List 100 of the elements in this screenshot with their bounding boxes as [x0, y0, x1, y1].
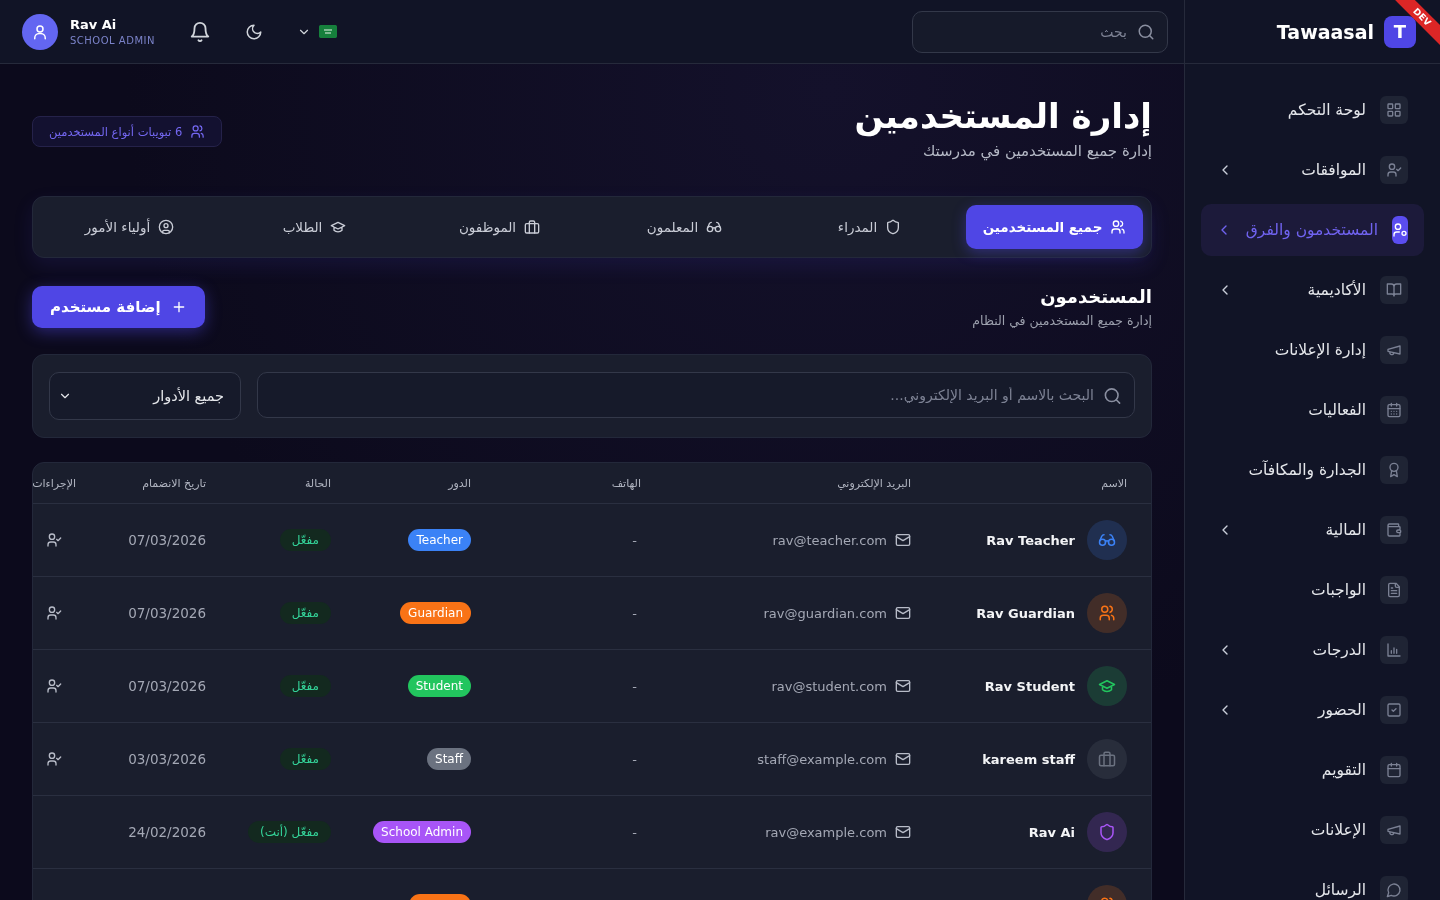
- phone-text: -: [632, 532, 638, 548]
- sidebar-item[interactable]: إدارة الإعلانات: [1201, 324, 1424, 376]
- join-date: 07/03/2026: [128, 605, 206, 621]
- column-header: الهاتف: [610, 476, 641, 490]
- role-badge: Student: [407, 675, 471, 697]
- users-icon: [1110, 219, 1127, 235]
- column-header: الإجراءات: [33, 476, 76, 490]
- email-text: staff@example.com: [757, 751, 887, 767]
- brand-name: Tawaasal: [1276, 20, 1374, 43]
- tab[interactable]: جميع المستخدمين: [966, 205, 1143, 249]
- phone-text: -: [632, 824, 638, 840]
- sidebar-item[interactable]: الموافقات: [1201, 144, 1424, 196]
- role-dropdown[interactable]: جميع الأدوار: [49, 372, 241, 420]
- theme-button[interactable]: [244, 22, 263, 41]
- column-header: الاسم: [1100, 476, 1128, 490]
- megaphone-icon: [1386, 822, 1402, 838]
- sidebar-item[interactable]: المالية: [1201, 504, 1424, 556]
- users-icon: [1098, 604, 1116, 622]
- mail-icon: [895, 824, 911, 840]
- tab[interactable]: المدراء: [781, 205, 958, 249]
- user-name: Rav Student: [984, 678, 1075, 694]
- sidebar-item[interactable]: الحضور: [1201, 684, 1424, 736]
- sidebar-item[interactable]: الدرجات: [1201, 624, 1424, 676]
- award-icon: [1386, 462, 1402, 478]
- phone-text: -: [632, 678, 638, 694]
- phone-text: -: [632, 751, 638, 767]
- sidebar-item[interactable]: لوحة التحكم: [1201, 84, 1424, 136]
- shield-icon: [885, 219, 902, 235]
- status-badge: مفعّل: [279, 529, 331, 551]
- sidebar-item[interactable]: الإعلانات: [1201, 804, 1424, 856]
- book-icon: [1386, 282, 1402, 298]
- search-icon: [1103, 386, 1122, 406]
- sidebar-item[interactable]: التقويم: [1201, 744, 1424, 796]
- search-icon: [1137, 22, 1155, 41]
- sidebar-item[interactable]: الجدارة والمكافآت: [1201, 444, 1424, 496]
- mail-icon: [895, 532, 911, 548]
- add-user-button[interactable]: إضافة مستخدم: [32, 286, 205, 328]
- logo: T: [1384, 15, 1416, 48]
- avatar[interactable]: [22, 13, 58, 50]
- sidebar-item[interactable]: المستخدمون والفرق: [1201, 204, 1424, 256]
- calendar-icon: [1386, 762, 1402, 778]
- email-text: rav@teacher.com: [772, 532, 887, 548]
- page-subtitle: إدارة جميع المستخدمين في مدرستك: [921, 142, 1152, 160]
- column-header: البريد الإلكتروني: [836, 476, 911, 490]
- role-badge: School Admin: [373, 821, 471, 843]
- column-header: الحالة: [303, 476, 331, 490]
- document-icon: [1386, 582, 1402, 598]
- section-subtitle: إدارة جميع المستخدمين في النظام: [972, 313, 1152, 328]
- user-check-icon: [45, 605, 62, 621]
- tab[interactable]: الموظفون: [411, 205, 588, 249]
- email-text: rav@example.com: [765, 824, 887, 840]
- tab[interactable]: الطلاب: [226, 205, 403, 249]
- role-badge: Guardian: [400, 602, 471, 624]
- graduation-cap-icon: [330, 219, 347, 235]
- tab[interactable]: المعلمون: [596, 205, 773, 249]
- glasses-icon: [706, 219, 723, 235]
- flag-icon: [318, 25, 337, 38]
- message-icon: [1386, 882, 1402, 898]
- email-text: rav@guardian.com: [763, 605, 887, 621]
- user-name: Rav Teacher: [986, 532, 1075, 548]
- join-date: 07/03/2026: [128, 678, 206, 694]
- user-check-icon: [1386, 162, 1402, 178]
- glasses-icon: [1098, 531, 1116, 549]
- search-field[interactable]: بحث: [912, 10, 1168, 53]
- user-action-button[interactable]: [45, 532, 62, 548]
- status-badge: مفعّل (أنت): [248, 821, 331, 843]
- user-settings-icon: [1392, 222, 1408, 238]
- user-action-button[interactable]: [45, 678, 62, 694]
- page-title: إدارة المستخدمين: [854, 96, 1152, 136]
- shield-icon: [1098, 823, 1116, 841]
- user-check-icon: [45, 532, 62, 548]
- join-date: 07/03/2026: [128, 532, 206, 548]
- column-header: تاريخ الانضمام: [141, 476, 206, 490]
- sidebar-item[interactable]: الأكاديمية: [1201, 264, 1424, 316]
- tab[interactable]: أولياء الأمور: [41, 205, 218, 249]
- sidebar-item[interactable]: الواجبات: [1201, 564, 1424, 616]
- calendar-icon: [1386, 402, 1402, 418]
- bar-chart-icon: [1386, 642, 1402, 658]
- users-icon: [190, 124, 206, 139]
- mail-icon: [895, 678, 911, 694]
- checkbox-icon: [1386, 702, 1402, 718]
- notification-icon: [188, 20, 211, 43]
- column-header: الدور: [446, 476, 471, 490]
- user-circle-icon: [158, 219, 175, 235]
- user-check-icon: [45, 678, 62, 694]
- notification-button[interactable]: [188, 20, 211, 43]
- user-name: Rav Ai: [1028, 824, 1075, 840]
- status-badge: مفعّل: [279, 748, 331, 770]
- join-date: 24/02/2026: [128, 824, 206, 840]
- briefcase-icon: [1098, 750, 1116, 768]
- user-action-button[interactable]: [45, 605, 62, 621]
- tabs-count-badge: 6 تبويبات أنواع المستخدمين: [32, 116, 223, 147]
- sidebar-item[interactable]: الفعاليات: [1201, 384, 1424, 436]
- user-action-button[interactable]: [45, 751, 62, 767]
- mail-icon: [895, 751, 911, 767]
- sidebar-item[interactable]: الرسائل: [1201, 864, 1424, 900]
- user-role: SCHOOL ADMIN: [70, 35, 155, 46]
- mail-icon: [895, 605, 911, 621]
- wallet-icon: [1386, 522, 1402, 538]
- join-date: 03/03/2026: [128, 751, 206, 767]
